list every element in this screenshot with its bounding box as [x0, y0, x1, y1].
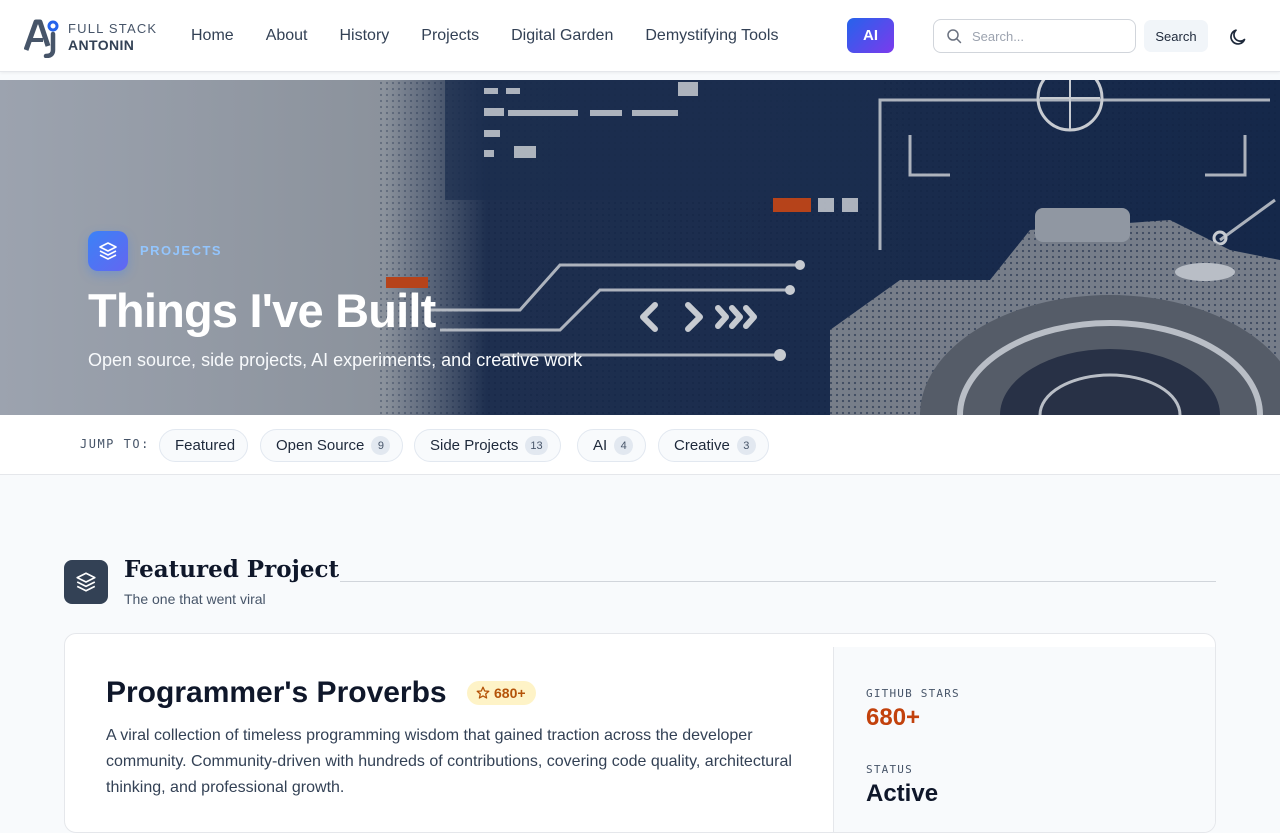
- nav-digital-garden[interactable]: Digital Garden: [511, 27, 613, 45]
- layers-icon: [99, 242, 117, 260]
- project-description: A viral collection of timeless programmi…: [106, 727, 792, 796]
- featured-section-icon: [64, 560, 108, 604]
- jump-ai-label: AI: [593, 437, 608, 454]
- jump-to-bar: JUMP TO: Featured Open Source 9 Side Pro…: [0, 415, 1280, 475]
- layers-icon: [76, 572, 96, 592]
- nav-home[interactable]: Home: [191, 27, 234, 45]
- nav-projects[interactable]: Projects: [421, 27, 479, 45]
- jump-creative-label: Creative: [674, 437, 730, 454]
- stat-label-status: STATUS: [866, 763, 913, 776]
- jump-open-source-label: Open Source: [276, 437, 365, 454]
- jump-featured[interactable]: Featured: [159, 429, 249, 462]
- project-title[interactable]: Programmer's Proverbs: [106, 676, 447, 710]
- stat-label-github-stars: GITHUB STARS: [866, 687, 960, 700]
- hero-projects-badge: [88, 231, 128, 271]
- main-nav: Home About History Projects Digital Gard…: [191, 0, 810, 72]
- featured-project-card[interactable]: Programmer's Proverbs 680+ A viral colle…: [64, 633, 1216, 833]
- nav-about[interactable]: About: [266, 27, 308, 45]
- jump-creative-count: 3: [736, 436, 756, 455]
- site-header: FULL STACK ANTONIN Home About History Pr…: [0, 0, 1280, 72]
- logo-line-2: ANTONIN: [68, 37, 135, 53]
- ai-button[interactable]: AI: [847, 18, 894, 53]
- jump-ai-count: 4: [614, 436, 634, 455]
- featured-section-subtitle: The one that went viral: [124, 591, 266, 607]
- featured-section-title: Featured Project: [124, 556, 340, 583]
- project-stats-panel: GITHUB STARS 680+ STATUS Active: [833, 647, 1215, 832]
- nav-history[interactable]: History: [340, 27, 390, 45]
- site-logo[interactable]: FULL STACK ANTONIN: [24, 16, 157, 58]
- section-divider: [340, 581, 1216, 582]
- search-input[interactable]: [972, 28, 1122, 44]
- jump-to-label: JUMP TO:: [80, 437, 150, 451]
- moon-icon: [1230, 29, 1246, 45]
- stars-badge: 680+: [467, 681, 536, 705]
- logo-mark-icon: [24, 19, 59, 58]
- page-subtitle: Open source, side projects, AI experimen…: [88, 350, 583, 370]
- star-icon: [476, 686, 490, 699]
- logo-line-1: FULL STACK: [68, 21, 158, 36]
- jump-side-projects-count: 13: [525, 436, 548, 455]
- search-button[interactable]: Search: [1144, 20, 1208, 52]
- jump-ai[interactable]: AI 4: [577, 429, 647, 462]
- jump-side-projects[interactable]: Side Projects 13: [414, 429, 561, 462]
- stat-value-github-stars: 680+: [866, 704, 921, 731]
- jump-open-source-count: 9: [371, 436, 391, 455]
- jump-featured-label: Featured: [175, 437, 236, 454]
- theme-toggle[interactable]: [1225, 24, 1251, 50]
- nav-demystifying-tools[interactable]: Demystifying Tools: [645, 27, 778, 45]
- jump-open-source[interactable]: Open Source 9: [260, 429, 404, 462]
- hero-banner: PROJECTS Things I've Built Open source, …: [0, 80, 1280, 415]
- jump-creative[interactable]: Creative 3: [658, 429, 769, 462]
- page-title: Things I've Built: [88, 284, 436, 337]
- logo-wordmark: FULL STACK ANTONIN: [68, 21, 157, 53]
- stars-badge-count: 680+: [494, 685, 526, 701]
- search-icon: [947, 29, 962, 44]
- hero-eyebrow: PROJECTS: [140, 243, 223, 258]
- search-box: [933, 19, 1136, 53]
- jump-side-projects-label: Side Projects: [430, 437, 519, 454]
- stat-value-status: Active: [866, 780, 939, 807]
